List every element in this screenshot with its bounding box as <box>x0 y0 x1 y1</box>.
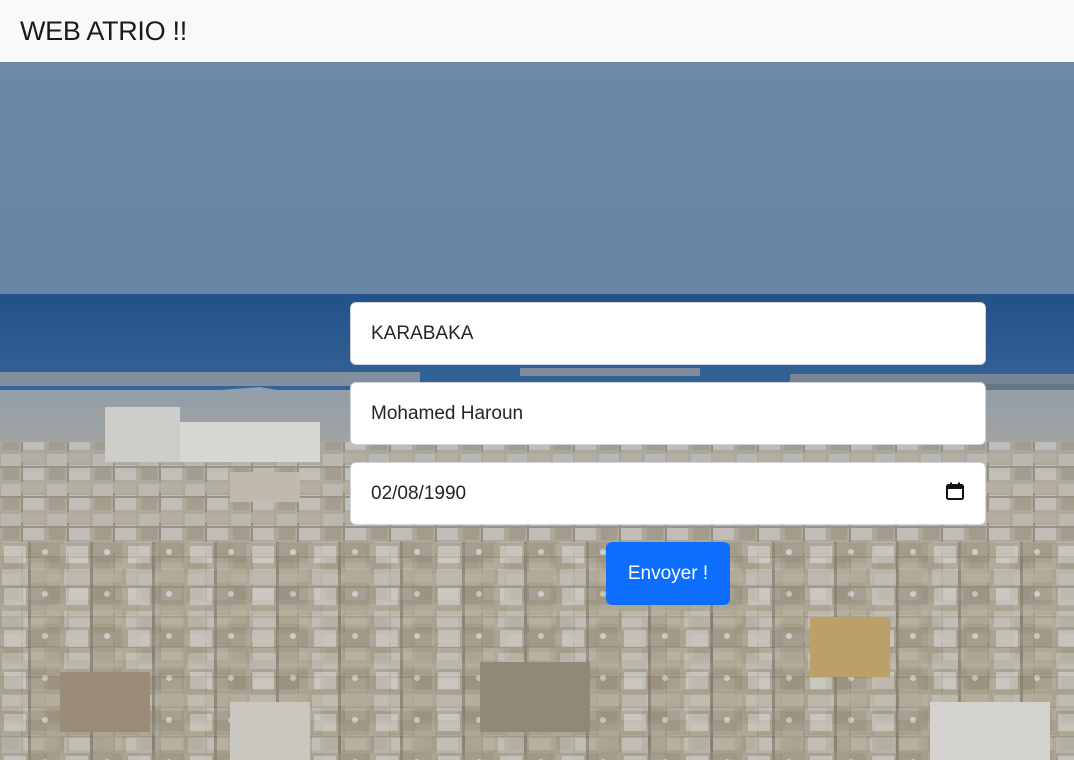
birth-date-value[interactable]: 02/08/1990 <box>371 483 466 505</box>
brand-title[interactable]: WEB ATRIO !! <box>20 16 187 47</box>
birth-date-field[interactable]: 02/08/1990 <box>350 462 986 525</box>
navbar: WEB ATRIO !! <box>0 0 1074 62</box>
submit-button[interactable]: Envoyer ! <box>606 542 730 605</box>
last-name-field[interactable] <box>350 302 986 365</box>
calendar-icon[interactable] <box>945 481 965 507</box>
first-name-input[interactable] <box>371 402 965 425</box>
first-name-field[interactable] <box>350 382 986 445</box>
last-name-input[interactable] <box>371 322 965 345</box>
